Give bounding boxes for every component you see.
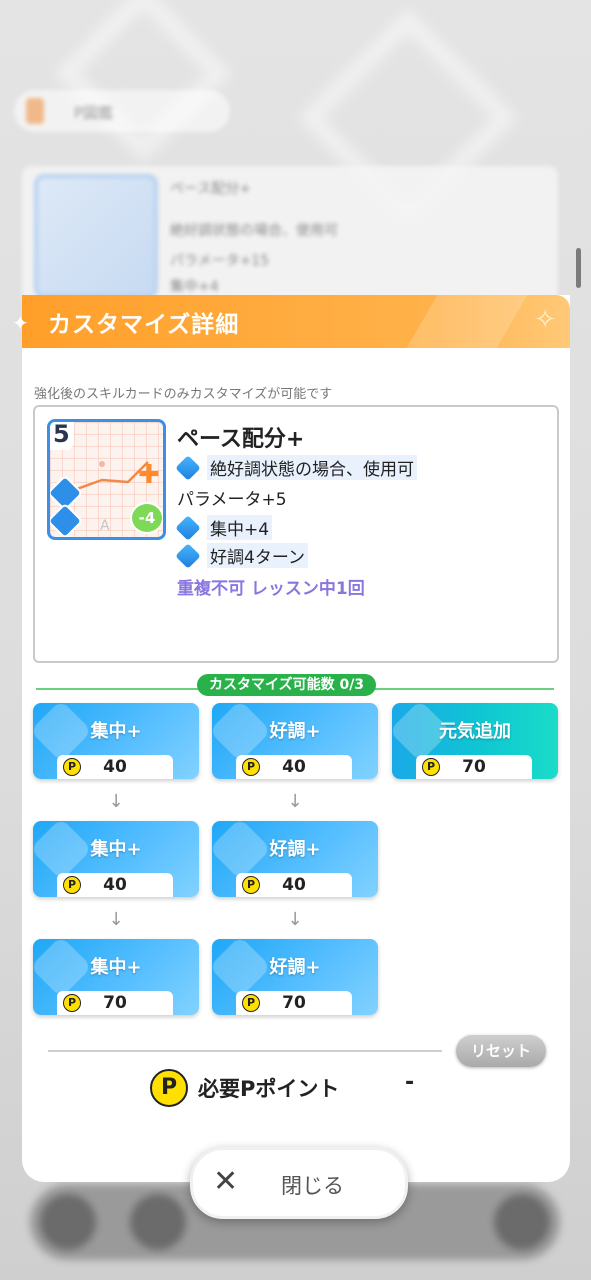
close-icon: ✕	[213, 1164, 239, 1199]
option-cost-value: 40	[282, 757, 306, 777]
card-restriction-note: 重複不可 レッスン中1回	[177, 579, 365, 599]
option-cost: P 40	[236, 873, 352, 897]
sparkle-icon: ✧	[534, 305, 556, 335]
option-cost-value: 70	[462, 757, 486, 777]
option-label: 集中+	[90, 957, 142, 978]
home-icon	[40, 1194, 96, 1250]
option-good-condition-1[interactable]: 好調+ P 40	[212, 703, 378, 779]
option-cost-value: 40	[282, 875, 306, 895]
card-effect-line: 集中+4	[175, 514, 273, 541]
option-cost-value: 70	[103, 993, 127, 1013]
option-cost-value: 40	[103, 757, 127, 777]
close-button[interactable]: ✕ 閉じる	[190, 1147, 408, 1219]
option-concentration-1[interactable]: 集中+ P 40	[33, 703, 199, 779]
card-effect-line: 好調4ターン	[175, 542, 308, 569]
option-cost: P 70	[57, 991, 173, 1015]
card-effect-line: 絶好調状態の場合、使用可	[175, 454, 417, 481]
option-cost: P 40	[57, 755, 173, 779]
option-good-condition-3[interactable]: 好調+ P 70	[212, 939, 378, 1015]
option-label: 好調+	[269, 957, 321, 978]
required-points-label: 必要Pポイント	[198, 1077, 340, 1101]
required-points-value: -	[405, 1070, 415, 1095]
customize-count-badge: カスタマイズ可能数 0/3	[197, 674, 377, 696]
card-effect-text: 絶好調状態の場合、使用可	[207, 455, 417, 480]
required-points-row: P 必要Pポイント	[150, 1068, 339, 1108]
skill-card-panel: 5 ✚ A -4 ペース配分+ 絶好調状態の場合、使用可 パラメータ+5 集中+…	[33, 405, 559, 663]
background-card-line: 集中+4	[170, 279, 219, 295]
nav-icon	[130, 1194, 186, 1250]
option-concentration-2[interactable]: 集中+ P 40	[33, 821, 199, 897]
card-letter: A	[100, 518, 110, 534]
good-condition-icon	[50, 502, 84, 537]
skill-card-image: 5 ✚ A -4	[47, 419, 166, 540]
background-card-line: ペース配分+	[170, 181, 252, 197]
option-concentration-3[interactable]: 集中+ P 70	[33, 939, 199, 1015]
option-label: 好調+	[269, 721, 321, 742]
reset-button[interactable]: リセット	[456, 1035, 546, 1067]
p-point-icon: P	[150, 1069, 188, 1107]
option-genki-add[interactable]: 元気追加 P 70	[392, 703, 558, 779]
plus-icon: ✚	[138, 460, 160, 490]
option-cost-value: 70	[282, 993, 306, 1013]
concentration-icon	[175, 514, 201, 541]
option-cost-value: 40	[103, 875, 127, 895]
arrow-down-icon: ↓	[287, 791, 303, 812]
background-card-line: 絶好調状態の場合、使用可	[170, 223, 338, 239]
option-cost: P 40	[57, 873, 173, 897]
background-decoration	[53, 0, 233, 163]
option-good-condition-2[interactable]: 好調+ P 40	[212, 821, 378, 897]
divider	[48, 1050, 442, 1052]
card-effect-line: パラメータ+5	[177, 485, 287, 510]
option-cost: P 40	[236, 755, 352, 779]
option-label: 集中+	[90, 721, 142, 742]
customize-note: 強化後のスキルカードのみカスタマイズが可能です	[34, 387, 333, 402]
arrow-down-icon: ↓	[108, 791, 124, 812]
card-name: ペース配分+	[177, 427, 305, 452]
scrollbar[interactable]	[576, 248, 581, 288]
customize-count-row: カスタマイズ可能数 0/3	[36, 674, 554, 696]
card-effect-text: 好調4ターン	[207, 543, 308, 568]
option-cost: P 70	[236, 991, 352, 1015]
option-label: 元気追加	[439, 721, 511, 742]
arrow-down-icon: ↓	[287, 909, 303, 930]
customize-detail-modal: カスタマイズ詳細 ✧ ✦ 強化後のスキルカードのみカスタマイズが可能です 5 ✚…	[12, 295, 570, 1182]
background-card-thumbnail	[34, 174, 158, 298]
modal-header: カスタマイズ詳細 ✧	[22, 295, 570, 348]
background-card-line: パラメータ+15	[170, 253, 270, 269]
stamina-heart-icon: -4	[130, 502, 163, 534]
card-effect-text: パラメータ+5	[177, 490, 287, 510]
close-label: 閉じる	[281, 1174, 344, 1198]
background-card: ペース配分+ 絶好調状態の場合、使用可 パラメータ+15 集中+4	[22, 166, 558, 306]
option-label: 集中+	[90, 839, 142, 860]
zekkouchou-icon	[175, 454, 201, 481]
card-effect-text: 集中+4	[207, 515, 273, 540]
sparkle-icon: ✦	[12, 311, 29, 335]
menu-icon	[494, 1194, 550, 1250]
background-search-label: P図鑑	[74, 104, 114, 122]
option-cost: P 70	[416, 755, 532, 779]
card-cost: 5	[53, 420, 70, 448]
option-label: 好調+	[269, 839, 321, 860]
book-icon	[26, 98, 44, 124]
modal-title: カスタマイズ詳細	[48, 312, 240, 338]
header-stripe	[396, 295, 534, 348]
good-condition-icon	[175, 542, 201, 569]
background-search-bar: P図鑑	[14, 90, 230, 132]
arrow-down-icon: ↓	[108, 909, 124, 930]
